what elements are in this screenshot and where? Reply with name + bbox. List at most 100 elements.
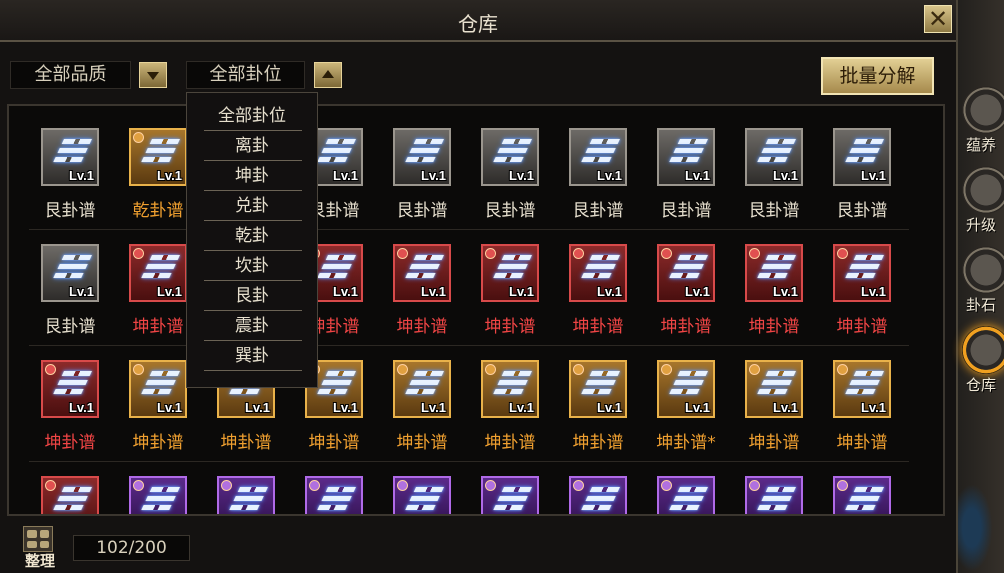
inventory-slot[interactable]: Lv.1 坤卦谱 (470, 360, 550, 470)
hexagram-bars-icon (138, 487, 180, 514)
inventory-slot[interactable]: Lv.1 坤卦谱 (734, 244, 814, 354)
hexagram-scroll-icon (481, 476, 539, 514)
side-tab-cultivate[interactable]: 蕴养 (958, 86, 1004, 164)
dropdown-option[interactable]: 艮卦 (187, 281, 317, 311)
inventory-slot[interactable]: Lv.1 坤卦谱 (30, 360, 110, 470)
inventory-slot[interactable]: Lv.1 艮卦谱 (734, 128, 814, 238)
inventory-slot[interactable]: Lv.1 坤卦谱 (558, 360, 638, 470)
stone-icon (962, 246, 1004, 294)
inventory-slot[interactable]: Lv.1 艮卦谱 (558, 128, 638, 238)
inventory-slot[interactable] (30, 476, 110, 514)
dropdown-option[interactable]: 全部卦位 (187, 101, 317, 131)
hexagram-scroll-icon (305, 476, 363, 514)
item-level: Lv.1 (420, 168, 446, 183)
inventory-slot[interactable] (646, 476, 726, 514)
hexagram-scroll-icon: Lv.1 (393, 244, 451, 302)
hexagram-scroll-icon: Lv.1 (481, 244, 539, 302)
inventory-slot[interactable] (822, 476, 902, 514)
hexagram-scroll-icon: Lv.1 (129, 244, 187, 302)
item-name: 坤卦谱 (836, 317, 888, 337)
hexagram-bars-icon (314, 255, 356, 285)
side-tab-stone[interactable]: 卦石 (958, 246, 1004, 324)
item-name: 坤卦谱 (484, 317, 536, 337)
item-level: Lv.1 (596, 168, 622, 183)
hexagram-bars-icon (842, 371, 884, 401)
quality-dropdown-toggle-icon[interactable] (139, 62, 167, 88)
hexagram-bars-icon (138, 255, 180, 285)
side-tab-label: 仓库 (965, 376, 996, 394)
close-button[interactable]: ✕ (924, 5, 952, 33)
dropdown-option[interactable]: 乾卦 (187, 221, 317, 251)
inventory-slot[interactable]: Lv.1 艮卦谱 (30, 128, 110, 238)
dropdown-option[interactable]: 兑卦 (187, 191, 317, 221)
dropdown-option[interactable]: 震卦 (187, 311, 317, 341)
inventory-slot[interactable] (118, 476, 198, 514)
position-dropdown-toggle-icon[interactable] (314, 62, 342, 88)
item-level: Lv.1 (156, 284, 182, 299)
sort-label: 整理 (24, 552, 55, 570)
inventory-slot[interactable]: Lv.1 坤卦谱* (646, 360, 726, 470)
dropdown-option[interactable]: 坎卦 (187, 251, 317, 281)
inventory-slot[interactable]: Lv.1 艮卦谱 (646, 128, 726, 238)
window-title: 仓库 (458, 12, 498, 36)
item-name: 坤卦谱 (220, 433, 272, 453)
item-level: Lv.1 (332, 284, 358, 299)
inventory-slot[interactable]: Lv.1 坤卦谱 (646, 244, 726, 354)
batch-decompose-button[interactable]: 批量分解 (821, 57, 934, 95)
hexagram-scroll-icon: Lv.1 (41, 244, 99, 302)
item-name: 坤卦谱 (132, 433, 184, 453)
inventory-slot[interactable]: Lv.1 坤卦谱 (470, 244, 550, 354)
item-level: Lv.1 (68, 284, 94, 299)
side-tab-warehouse[interactable]: 仓库 (958, 326, 1004, 404)
hexagram-scroll-icon (657, 476, 715, 514)
item-name: 艮卦谱 (836, 201, 888, 221)
inventory-slot[interactable]: Lv.1 坤卦谱 (382, 360, 462, 470)
hexagram-bars-icon (842, 255, 884, 285)
hexagram-scroll-icon: Lv.1 (569, 244, 627, 302)
quality-filter[interactable]: 全部品质 (10, 61, 131, 89)
hexagram-bars-icon (50, 487, 92, 514)
dropdown-option[interactable]: 离卦 (187, 131, 317, 161)
inventory-slot[interactable]: Lv.1 坤卦谱 (382, 244, 462, 354)
position-filter[interactable]: 全部卦位 (186, 61, 305, 89)
inventory-slot[interactable] (206, 476, 286, 514)
item-name: 坤卦谱 (308, 433, 360, 453)
background-decoration (958, 460, 1004, 573)
hexagram-scroll-icon: Lv.1 (569, 128, 627, 186)
hexagram-bars-icon (226, 487, 268, 514)
item-name: 坤卦谱 (44, 433, 96, 453)
inventory-slot[interactable]: Lv.1 艮卦谱 (30, 244, 110, 354)
inventory-slot[interactable]: Lv.1 坤卦谱 (734, 360, 814, 470)
item-level: Lv.1 (508, 168, 534, 183)
hexagram-bars-icon (490, 255, 532, 285)
sort-button[interactable]: 整理 (20, 524, 58, 570)
side-tab-label: 蕴养 (965, 136, 996, 154)
hexagram-bars-icon (754, 487, 796, 514)
side-tab-upgrade[interactable]: 升级 (958, 166, 1004, 244)
inventory-slot[interactable]: Lv.1 坤卦谱 (558, 244, 638, 354)
inventory-slot[interactable]: Lv.1 艮卦谱 (382, 128, 462, 238)
sort-icon (23, 526, 53, 552)
inventory-slot[interactable]: Lv.1 艮卦谱 (470, 128, 550, 238)
inventory-slot[interactable] (470, 476, 550, 514)
hexagram-bars-icon (490, 487, 532, 514)
inventory-slot[interactable] (294, 476, 374, 514)
hexagram-scroll-icon: Lv.1 (833, 360, 891, 418)
item-level: Lv.1 (860, 284, 886, 299)
hexagram-bars-icon (754, 139, 796, 169)
hexagram-scroll-icon (41, 476, 99, 514)
inventory-slot[interactable] (734, 476, 814, 514)
inventory-slot[interactable] (558, 476, 638, 514)
inventory-slot[interactable] (382, 476, 462, 514)
hexagram-bars-icon (402, 255, 444, 285)
hexagram-bars-icon (402, 487, 444, 514)
item-name: 坤卦谱 (660, 317, 712, 337)
inventory-slot[interactable]: Lv.1 坤卦谱 (822, 360, 902, 470)
inventory-slot[interactable]: Lv.1 艮卦谱 (822, 128, 902, 238)
hexagram-scroll-icon: Lv.1 (129, 360, 187, 418)
dropdown-option[interactable]: 巽卦 (187, 341, 317, 371)
inventory-slot[interactable]: Lv.1 坤卦谱 (822, 244, 902, 354)
hexagram-bars-icon (50, 139, 92, 169)
item-level: Lv.1 (772, 284, 798, 299)
dropdown-option[interactable]: 坤卦 (187, 161, 317, 191)
